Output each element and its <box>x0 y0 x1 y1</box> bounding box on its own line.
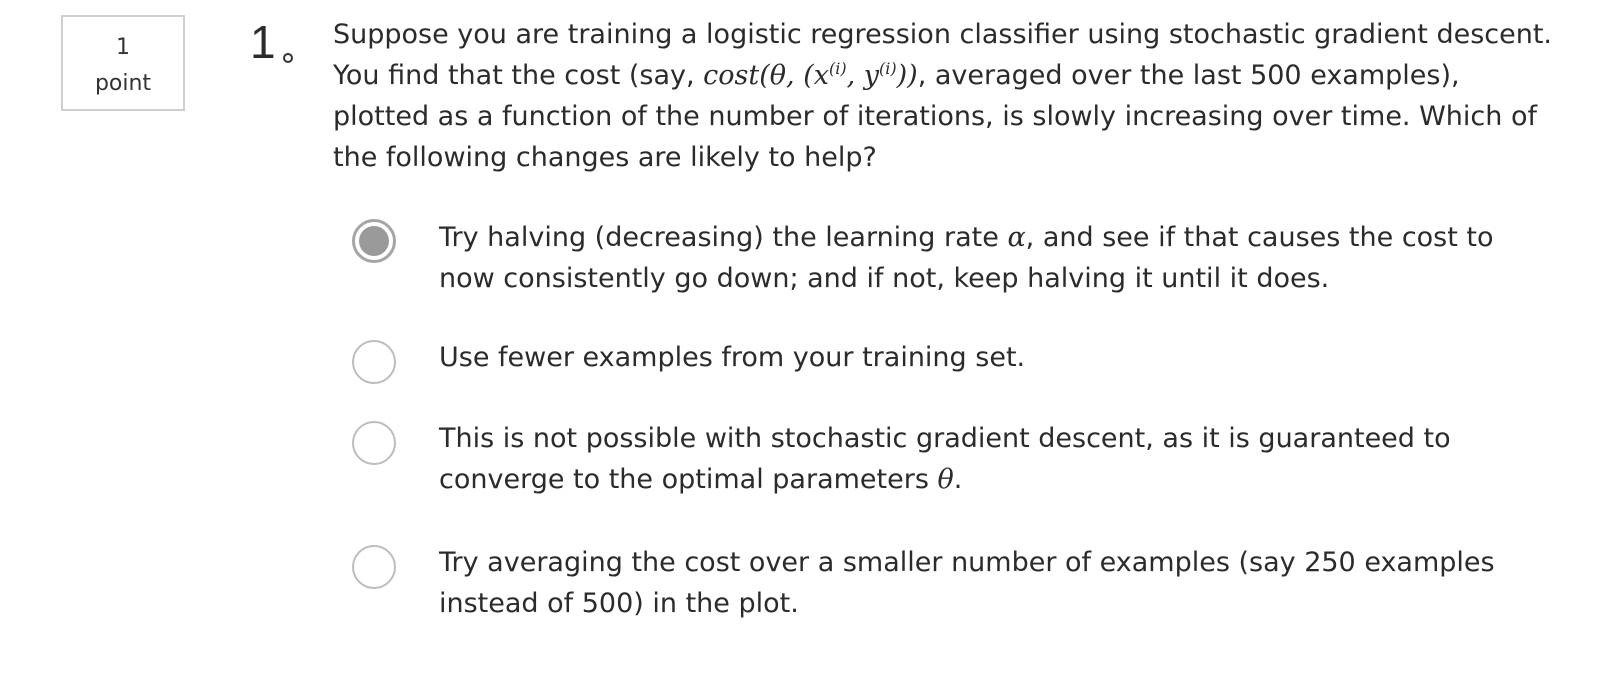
alpha-symbol: α <box>1007 222 1026 253</box>
theta-symbol: θ <box>937 464 954 495</box>
option-line: Try averaging the cost over a smaller nu… <box>439 547 1495 578</box>
cost-formula-part: , y <box>846 60 879 91</box>
question-number: 1 <box>250 16 276 68</box>
option-text-segment: , and see if that causes the cost to <box>1025 222 1494 253</box>
radio-button-option-2[interactable] <box>352 340 396 384</box>
option-text-segment: Try halving (decreasing) the learning ra… <box>439 222 1008 253</box>
option-line: This is not possible with stochastic gra… <box>439 423 1451 454</box>
option-text-segment: . <box>953 464 963 495</box>
option-1-label[interactable]: Try halving (decreasing) the learning ra… <box>439 217 1559 299</box>
radio-button-option-3[interactable] <box>352 421 396 465</box>
superscript-i: (i) <box>879 59 897 78</box>
option-3-label[interactable]: This is not possible with stochastic gra… <box>439 418 1559 500</box>
points-badge: 1 point <box>61 15 185 111</box>
option-line: Try halving (decreasing) the learning ra… <box>439 217 1559 258</box>
option-text-segment: converge to the optimal parameters <box>439 464 938 495</box>
points-value: 1 <box>116 35 130 60</box>
question-text-segment: You find that the cost (say, <box>333 60 704 91</box>
question-line: You find that the cost (say, cost(θ, (x(… <box>333 55 1563 96</box>
superscript-i: (i) <box>828 59 847 78</box>
option-line: converge to the optimal parameters θ. <box>439 459 1559 500</box>
cost-formula-part: )) <box>896 60 918 91</box>
points-label: point <box>94 71 152 96</box>
cost-formula: cost(θ, (x(i), y(i))) <box>703 60 918 91</box>
option-4-label[interactable]: Try averaging the cost over a smaller nu… <box>439 542 1559 624</box>
option-line: now consistently go down; and if not, ke… <box>439 263 1330 294</box>
question-line: plotted as a function of the number of i… <box>333 101 1537 132</box>
question-text-segment: , averaged over the last 500 examples), <box>917 60 1460 91</box>
option-2-label[interactable]: Use fewer examples from your training se… <box>439 337 1559 378</box>
radio-button-option-1[interactable] <box>352 219 396 263</box>
question-text: Suppose you are training a logistic regr… <box>333 14 1563 178</box>
option-line: Use fewer examples from your training se… <box>439 342 1026 373</box>
radio-button-option-4[interactable] <box>352 545 396 589</box>
option-line: instead of 500) in the plot. <box>439 588 799 619</box>
cost-formula-part: cost(θ, (x <box>703 60 829 91</box>
question-line: the following changes are likely to help… <box>333 142 877 173</box>
question-line: Suppose you are training a logistic regr… <box>333 19 1552 50</box>
question-number-dot <box>283 53 293 63</box>
